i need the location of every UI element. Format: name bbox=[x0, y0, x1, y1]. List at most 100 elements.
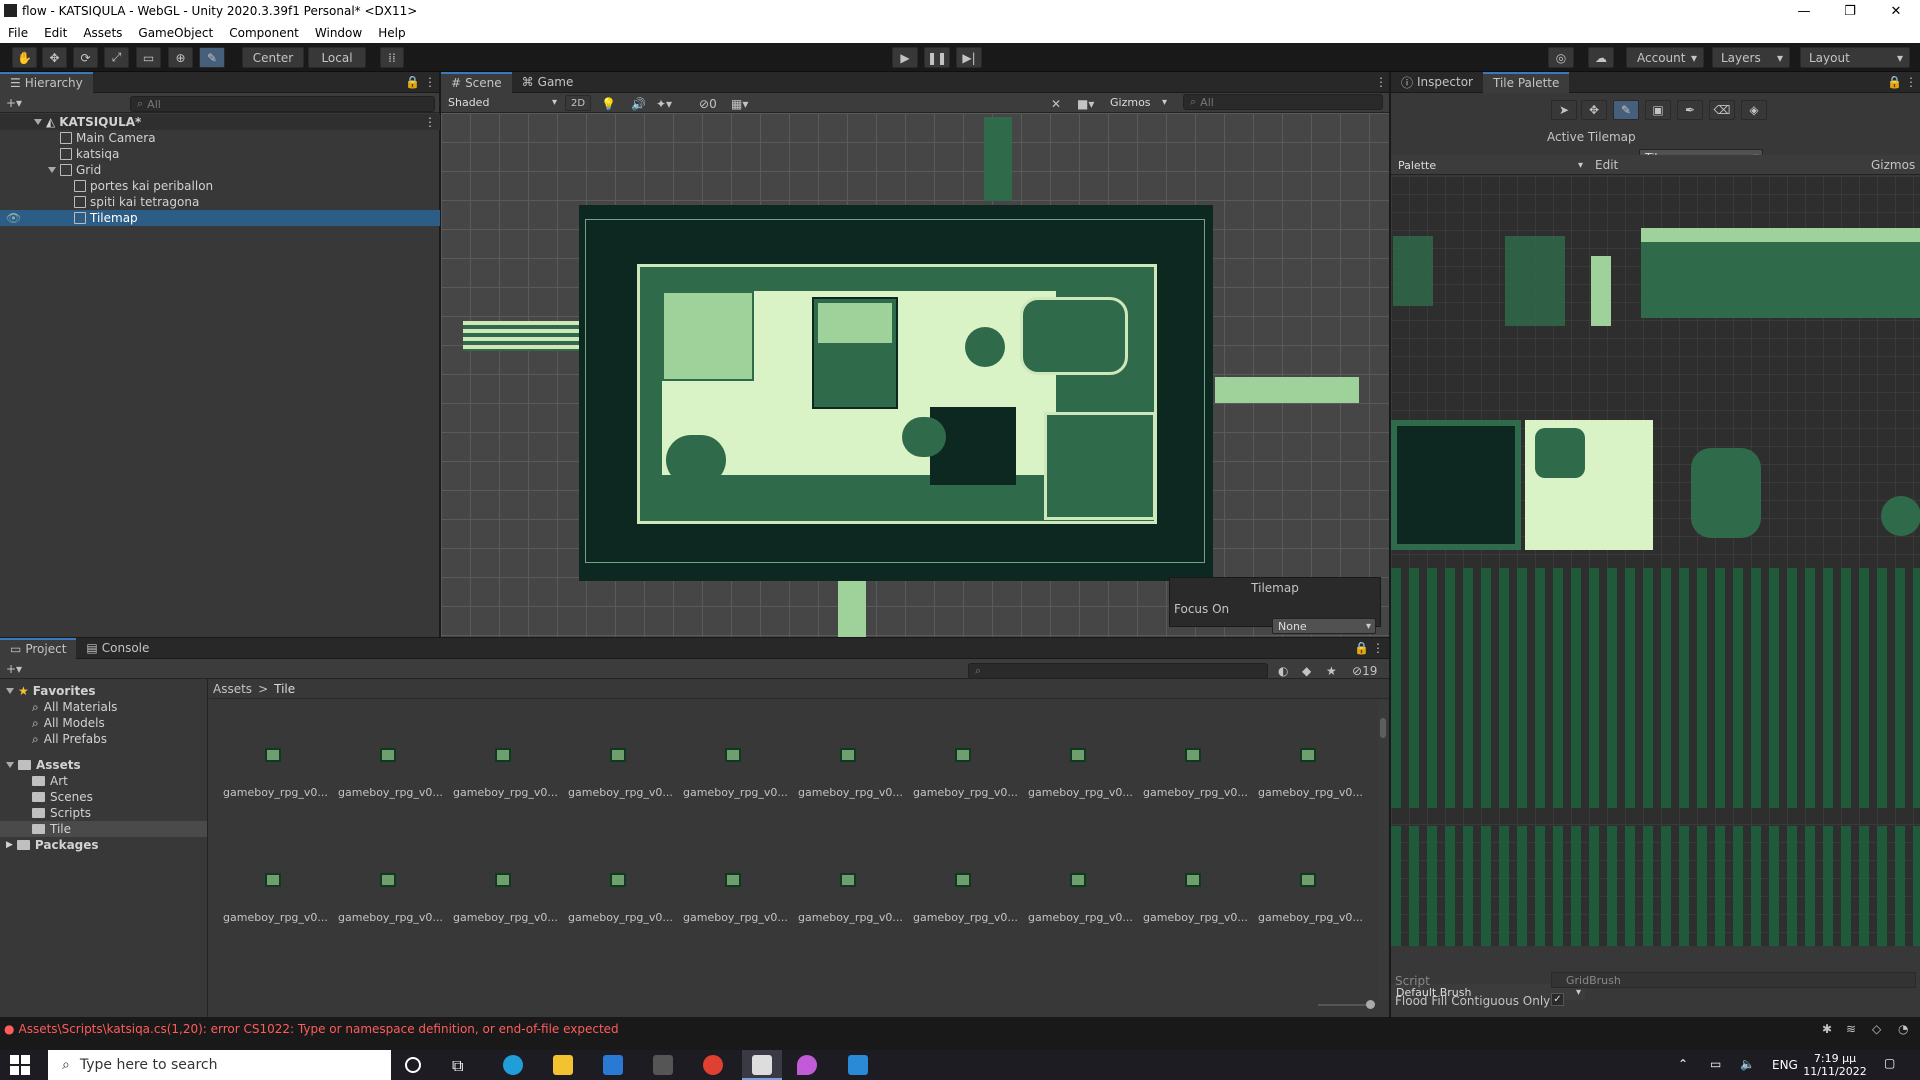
layers-status-icon[interactable]: ≋ bbox=[1846, 1022, 1856, 1036]
menu-gameobject[interactable]: GameObject bbox=[130, 26, 221, 40]
kebab-menu-icon[interactable]: ⋮ bbox=[1372, 641, 1384, 655]
step-button[interactable]: ▶| bbox=[956, 47, 982, 68]
box-fill-icon[interactable]: ▣ bbox=[1645, 100, 1671, 120]
menu-assets[interactable]: Assets bbox=[75, 26, 130, 40]
account-dropdown[interactable]: Account ▾ bbox=[1626, 47, 1704, 68]
audio-icon[interactable]: 🔊 bbox=[631, 97, 646, 111]
tab-scene[interactable]: # Scene bbox=[441, 71, 512, 93]
camera-icon[interactable]: ■▾ bbox=[1077, 97, 1094, 111]
palette-tiles-characters-2[interactable] bbox=[1391, 826, 1920, 946]
tab-project[interactable]: ▭ Project bbox=[0, 637, 77, 659]
folder-tile[interactable]: Tile bbox=[0, 821, 207, 837]
tab-inspector[interactable]: ⓘ Inspector bbox=[1391, 72, 1483, 93]
flood-fill-checkbox[interactable]: ✓ bbox=[1551, 993, 1564, 1006]
volume-icon[interactable]: 🔈 bbox=[1740, 1057, 1755, 1071]
hierarchy-item-main-camera[interactable]: Main Camera bbox=[0, 130, 440, 146]
palette-tiles-characters[interactable] bbox=[1391, 568, 1920, 808]
asset-item[interactable]: gameboy_rpg_v0... bbox=[1028, 748, 1133, 799]
menu-help[interactable]: Help bbox=[370, 26, 413, 40]
network-icon[interactable]: ▭ bbox=[1710, 1057, 1721, 1071]
chrome-icon[interactable] bbox=[703, 1055, 723, 1075]
asset-item[interactable]: gameboy_rpg_v0... bbox=[453, 748, 558, 799]
picker-icon[interactable]: ✒ bbox=[1677, 100, 1703, 120]
hierarchy-item-grid[interactable]: Grid bbox=[0, 162, 440, 178]
filter-label-icon[interactable]: ◆ bbox=[1302, 664, 1311, 678]
menu-file[interactable]: File bbox=[0, 26, 36, 40]
grid-toggle-icon[interactable]: ▦▾ bbox=[731, 97, 748, 111]
cortana-icon[interactable] bbox=[405, 1057, 421, 1073]
palette-gizmos-toggle[interactable]: Gizmos bbox=[1871, 158, 1915, 172]
transform-tool-icon[interactable]: ⊕ bbox=[168, 47, 193, 68]
paint-brush-icon[interactable]: ✎ bbox=[1613, 100, 1639, 120]
palette-tiles-trees[interactable] bbox=[1393, 236, 1433, 306]
palette-tiles-pond[interactable] bbox=[1535, 428, 1585, 478]
clock[interactable]: 7:19 μμ 11/11/2022 bbox=[1800, 1052, 1870, 1078]
close-button[interactable]: ✕ bbox=[1873, 0, 1919, 22]
minimize-button[interactable]: — bbox=[1781, 0, 1827, 22]
fav-all-models[interactable]: ⌕ All Models bbox=[32, 715, 105, 731]
tools-icon[interactable]: ✕ bbox=[1051, 97, 1061, 111]
fav-all-prefabs[interactable]: ⌕ All Prefabs bbox=[32, 731, 107, 747]
asset-scrollbar[interactable] bbox=[1378, 700, 1388, 1000]
asset-item[interactable]: gameboy_rpg_v0... bbox=[568, 873, 673, 924]
tab-console[interactable]: ▤ Console bbox=[76, 638, 159, 659]
collab-icon[interactable]: ◎ bbox=[1548, 47, 1574, 68]
asset-item[interactable]: gameboy_rpg_v0... bbox=[453, 873, 558, 924]
asset-item[interactable]: gameboy_rpg_v0... bbox=[1143, 748, 1248, 799]
store-icon[interactable] bbox=[603, 1055, 623, 1075]
packages-folder[interactable]: ▶ Packages bbox=[6, 837, 99, 853]
notifications-icon[interactable]: ▢ bbox=[1884, 1056, 1895, 1070]
lock-icon[interactable]: 🔒 bbox=[1354, 641, 1369, 655]
visibility-icon[interactable]: 👁 bbox=[6, 211, 21, 225]
asset-item[interactable]: gameboy_rpg_v0... bbox=[223, 748, 328, 799]
status-bar[interactable]: ● Assets\Scripts\katsiqa.cs(1,20): error… bbox=[0, 1018, 1920, 1040]
asset-item[interactable]: gameboy_rpg_v0... bbox=[338, 873, 443, 924]
maximize-button[interactable]: ❐ bbox=[1827, 0, 1873, 22]
language-indicator[interactable]: ENG bbox=[1772, 1058, 1798, 1072]
pivot-local-toggle[interactable]: Local bbox=[308, 47, 366, 68]
vscode-icon[interactable] bbox=[848, 1055, 868, 1075]
asset-item[interactable]: gameboy_rpg_v0... bbox=[338, 748, 443, 799]
fav-all-materials[interactable]: ⌕ All Materials bbox=[32, 699, 117, 715]
asset-item[interactable]: gameboy_rpg_v0... bbox=[798, 873, 903, 924]
lock-icon[interactable]: 🔒 bbox=[405, 75, 420, 89]
scrollbar-thumb[interactable] bbox=[1380, 718, 1386, 738]
project-search-input[interactable]: ⌕ bbox=[968, 663, 1268, 679]
hierarchy-item-spiti[interactable]: spiti kai tetragona bbox=[0, 194, 440, 210]
custom-tool-icon[interactable]: ✎ bbox=[199, 47, 225, 68]
task-view-icon[interactable]: ⧉ bbox=[452, 1056, 463, 1076]
progress-icon[interactable]: ◔ bbox=[1898, 1022, 1908, 1036]
hierarchy-item-katsiqa[interactable]: katsiqa bbox=[0, 146, 440, 162]
menu-edit[interactable]: Edit bbox=[36, 26, 75, 40]
tray-chevron-icon[interactable]: ⌃ bbox=[1678, 1057, 1688, 1071]
asset-item[interactable]: gameboy_rpg_v0... bbox=[798, 748, 903, 799]
folder-art[interactable]: Art bbox=[32, 773, 68, 789]
tab-hierarchy[interactable]: ☰ Hierarchy bbox=[0, 71, 93, 93]
asset-item[interactable]: gameboy_rpg_v0... bbox=[1258, 873, 1363, 924]
kebab-menu-icon[interactable]: ⋮ bbox=[424, 75, 436, 89]
unity-hub-icon[interactable] bbox=[653, 1055, 673, 1075]
pivot-center-toggle[interactable]: Center bbox=[242, 47, 304, 68]
folder-scenes[interactable]: Scenes bbox=[32, 789, 93, 805]
asset-item[interactable]: gameboy_rpg_v0... bbox=[683, 873, 788, 924]
edit-toggle[interactable]: Edit bbox=[1595, 158, 1618, 172]
asset-item[interactable]: gameboy_rpg_v0... bbox=[1028, 873, 1133, 924]
hand-tool-icon[interactable]: ✋ bbox=[12, 47, 37, 68]
asset-item[interactable]: gameboy_rpg_v0... bbox=[913, 873, 1018, 924]
hierarchy-item-tilemap[interactable]: 👁 Tilemap bbox=[0, 210, 440, 226]
favorites-header[interactable]: ★ Favorites bbox=[6, 683, 95, 699]
add-icon[interactable]: +▾ bbox=[6, 96, 22, 110]
lighting-icon[interactable]: 💡 bbox=[601, 97, 616, 111]
expand-arrow-icon[interactable] bbox=[6, 688, 14, 694]
fill-bucket-icon[interactable]: ◈ bbox=[1741, 100, 1767, 120]
palette-tiles-posts[interactable] bbox=[1591, 256, 1611, 326]
asset-item[interactable]: gameboy_rpg_v0... bbox=[913, 748, 1018, 799]
collapse-arrow-icon[interactable]: ▶ bbox=[6, 840, 13, 850]
cache-icon[interactable]: ◇ bbox=[1872, 1022, 1881, 1036]
hierarchy-search-input[interactable]: ⌕ All bbox=[130, 96, 435, 112]
rotate-tool-icon[interactable]: ⟳ bbox=[73, 47, 98, 68]
expand-arrow-icon[interactable] bbox=[6, 762, 14, 768]
layers-dropdown[interactable]: Layers ▾ bbox=[1712, 47, 1790, 68]
menu-component[interactable]: Component bbox=[221, 26, 307, 40]
asset-item[interactable]: gameboy_rpg_v0... bbox=[683, 748, 788, 799]
